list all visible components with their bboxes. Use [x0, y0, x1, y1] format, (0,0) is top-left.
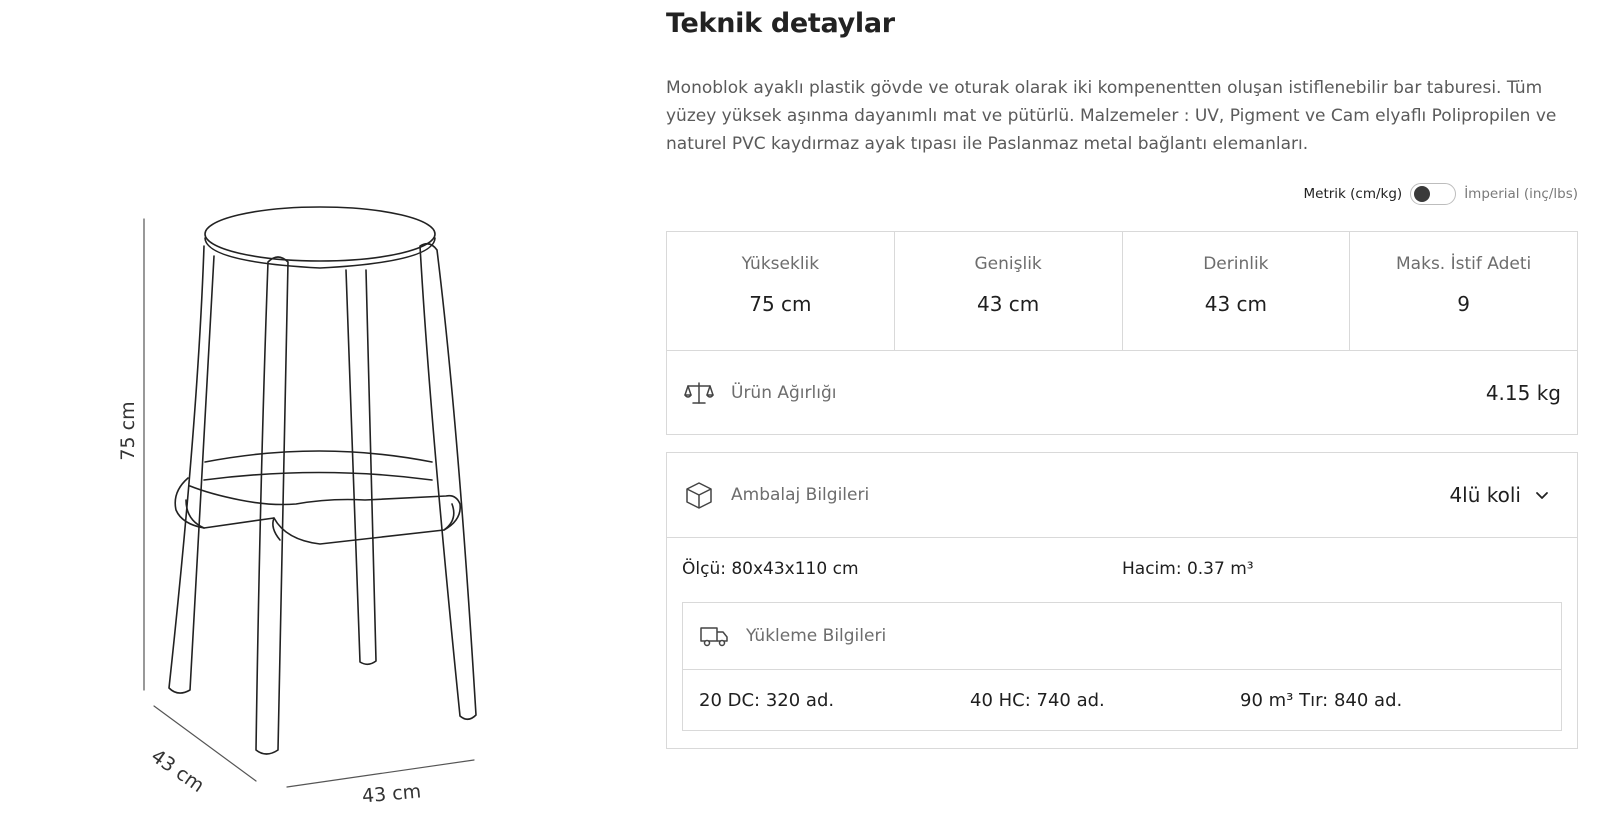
package-volume: Hacim: 0.37 m³	[1122, 559, 1254, 579]
product-weight-row: Ürün Ağırlığı 4.15 kg	[666, 351, 1578, 435]
dimension-value: 43 cm	[1204, 292, 1268, 316]
package-type-select[interactable]: 4lü koli	[1449, 483, 1549, 507]
packaging-label: Ambalaj Bilgileri	[731, 485, 870, 505]
page-title: Teknik detaylar	[666, 8, 895, 39]
box-icon	[686, 482, 712, 509]
capacity-40hc: 40 HC: 740 ad.	[970, 690, 1105, 711]
unit-toggle[interactable]	[1410, 183, 1457, 205]
stool-drawing: 75 cm 43 cm 43 cm	[0, 0, 640, 822]
dimension-label: Yükseklik	[741, 254, 820, 274]
stool-line-drawing	[143, 206, 477, 788]
dimension-value: 75 cm	[749, 292, 812, 316]
package-type-value: 4lü koli	[1449, 483, 1521, 507]
dimensions-table: Yükseklik 75 cm Genişlik 43 cm Derinlik …	[666, 231, 1578, 351]
unit-switch: Metrik (cm/kg) İmperial (inç/lbs)	[1304, 183, 1578, 205]
scale-icon	[684, 381, 714, 404]
dimension-cell-stack: Maks. İstif Adeti 9	[1350, 232, 1577, 350]
dimension-value: 43 cm	[976, 292, 1040, 316]
chevron-down-icon	[1536, 492, 1548, 499]
loading-section: Yükleme Bilgileri 20 DC: 320 ad. 40 HC: …	[682, 602, 1562, 731]
package-size: Ölçü: 80x43x110 cm	[682, 559, 859, 579]
dimension-cell-depth: Derinlik 43 cm	[1123, 232, 1351, 350]
dimension-label: Genişlik	[974, 254, 1042, 274]
packaging-section: Ambalaj Bilgileri 4lü koli Ölçü: 80x43x1…	[666, 452, 1578, 749]
capacity-20dc: 20 DC: 320 ad.	[699, 690, 835, 711]
capacity-truck: 90 m³ Tır: 840 ad.	[1240, 690, 1403, 711]
dimension-cell-width: Genişlik 43 cm	[895, 232, 1123, 350]
weight-label: Ürün Ağırlığı	[731, 382, 837, 403]
height-dimension-label: 75 cm	[117, 401, 139, 461]
dimension-cell-height: Yükseklik 75 cm	[667, 232, 895, 350]
toggle-knob	[1414, 186, 1431, 202]
dimension-value: 9	[1457, 292, 1470, 316]
truck-icon	[700, 627, 728, 647]
weight-value: 4.15 kg	[1485, 380, 1561, 405]
product-description: Monoblok ayaklı plastik gövde ve oturak …	[666, 78, 1557, 154]
packaging-header: Ambalaj Bilgileri 4lü koli	[667, 453, 1577, 538]
loading-header: Yükleme Bilgileri	[683, 603, 1561, 670]
dimension-label: Maks. İstif Adeti	[1396, 254, 1532, 274]
loading-capacity-row: 20 DC: 320 ad. 40 HC: 740 ad. 90 m³ Tır:…	[683, 670, 1561, 732]
unit-metric-label[interactable]: Metrik (cm/kg)	[1304, 186, 1403, 202]
unit-imperial-label[interactable]: İmperial (inç/lbs)	[1464, 186, 1578, 202]
dimension-label: Derinlik	[1203, 254, 1269, 274]
loading-label: Yükleme Bilgileri	[746, 626, 887, 646]
packaging-meta: Ölçü: 80x43x110 cm Hacim: 0.37 m³	[667, 538, 1577, 602]
